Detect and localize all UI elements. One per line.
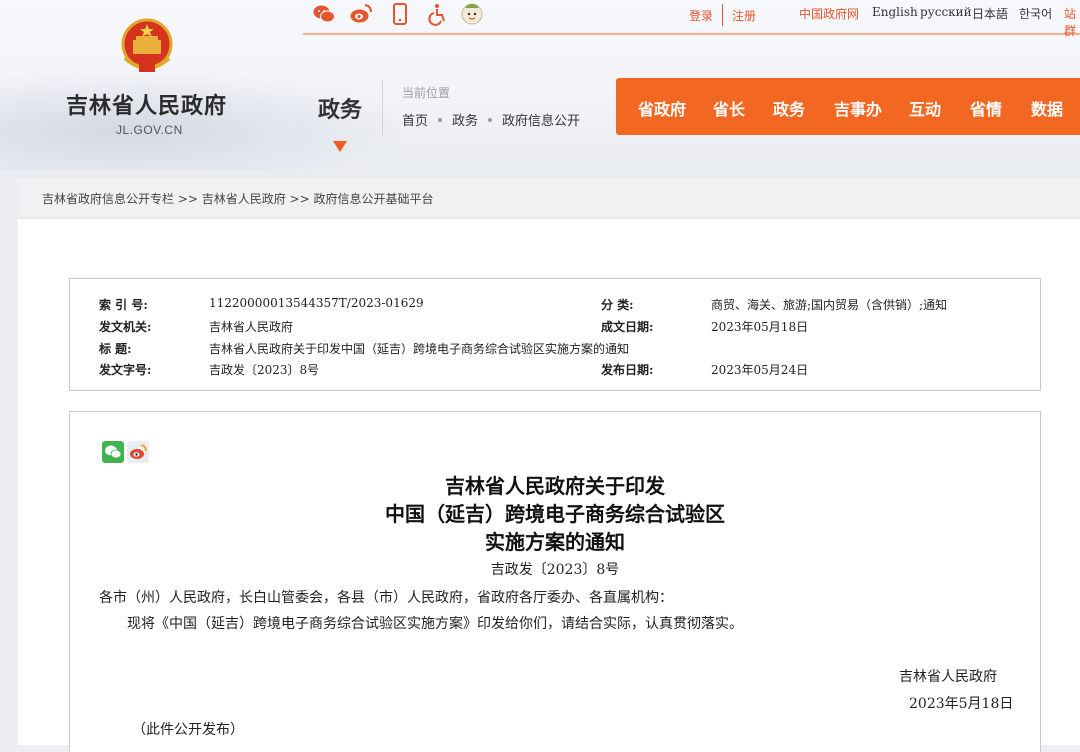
breadcrumb: 首页 政务 政府信息公开 [402,110,580,129]
metadata-table: 索 引 号: 11220000013544357T/2023-01629 分 类… [69,278,1041,391]
mascot-icon[interactable] [459,0,485,26]
weibo-icon[interactable] [349,2,373,26]
section-title: 政务 [318,98,363,123]
nav-item-provincial-gov[interactable]: 省政府 [638,96,686,120]
publish-date-value: 2023年05月24日 [711,363,809,377]
document-title-line-1: 吉林省人民政府关于印发 [445,474,665,498]
title-value: 吉林省人民政府关于印发中国（延吉）跨境电子商务综合试验区实施方案的通知 [209,342,630,356]
issuer-value: 吉林省人民政府 [209,320,294,334]
crumb-home[interactable]: 首页 [402,110,428,129]
document-signature: 吉林省人民政府 [899,669,997,685]
location-label: 当前位置 [402,86,451,100]
nav-item-interaction[interactable]: 互动 [909,96,941,120]
lang-russian[interactable]: русский [920,5,972,19]
nav-item-affairs[interactable]: 政务 [773,96,805,120]
nav-item-jishiban[interactable]: 吉事办 [834,96,882,120]
column-trail: 吉林省政府信息公开专栏 >> 吉林省人民政府 >> 政府信息公开基础平台 [18,178,1080,219]
nav-item-province-info[interactable]: 省情 [970,96,1002,120]
document-title-line-2: 中国（延吉）跨境电子商务综合试验区 [385,502,725,526]
doc-number-label: 发文字号: [99,363,152,377]
document-number: 吉政发〔2023〕8号 [490,562,620,578]
divider [382,80,383,136]
national-emblem-icon [121,18,173,72]
weibo-share-icon[interactable] [127,441,149,463]
created-date-value: 2023年05月18日 [711,320,809,334]
crumb-affairs[interactable]: 政务 [452,110,478,129]
wechat-share-icon[interactable] [102,441,124,463]
lang-japanese[interactable]: 日本語 [972,5,1008,22]
lang-english[interactable]: English [872,5,918,19]
main-nav: 省政府 省长 政务 吉事办 互动 省情 数据 [616,78,1080,135]
document-recipients: 各市（州）人民政府，长白山管委会，各县（市）人民政府，省政府各厅委办、各直属机构… [99,590,673,606]
dot-separator [438,117,443,122]
divider [722,4,723,26]
category-label: 分 类: [601,298,634,312]
caret-down-icon [333,141,347,152]
document-date: 2023年5月18日 [909,696,1014,712]
created-date-label: 成文日期: [601,320,654,334]
accessibility-icon[interactable] [426,2,450,26]
index-label: 索 引 号: [99,298,148,312]
lang-korean[interactable]: 한국어 [1019,5,1052,22]
gov-cn-link[interactable]: 中国政府网 [799,5,859,22]
site-name[interactable]: 吉林省人民政府 [66,88,227,120]
trail-text[interactable]: 吉林省政府信息公开专栏 >> 吉林省人民政府 >> 政府信息公开基础平台 [42,190,433,207]
document-footnote: （此件公开发布） [132,722,244,738]
document-body: 吉林省人民政府关于印发 中国（延吉）跨境电子商务综合试验区 实施方案的通知 吉政… [69,411,1041,752]
wechat-icon[interactable] [312,2,336,26]
nav-item-data[interactable]: 数据 [1031,96,1063,120]
mobile-icon[interactable] [388,2,412,26]
site-group-link[interactable]: 站群 [1064,5,1080,39]
publish-date-label: 发布日期: [601,363,654,377]
title-label: 标 题: [99,342,132,356]
issuer-label: 发文机关: [99,320,152,334]
nav-item-governor[interactable]: 省长 [713,96,745,120]
register-link[interactable]: 注册 [732,7,756,24]
login-link[interactable]: 登录 [689,7,713,24]
index-value: 11220000013544357T/2023-01629 [209,296,424,310]
site-domain: JL.GOV.CN [116,123,183,137]
category-value: 商贸、海关、旅游;国内贸易（含供销）;通知 [711,298,948,312]
document-title-line-3: 实施方案的通知 [485,530,625,554]
document-paragraph: 现将《中国（延吉）跨境电子商务综合试验区实施方案》印发给你们，请结合实际，认真贯… [127,616,743,632]
crumb-info-disclosure[interactable]: 政府信息公开 [502,110,580,129]
content-panel: 吉林省政府信息公开专栏 >> 吉林省人民政府 >> 政府信息公开基础平台 索 引… [18,178,1080,752]
utility-underline [303,33,1080,35]
dot-separator [488,117,493,122]
doc-number-value: 吉政发〔2023〕8号 [209,363,320,377]
